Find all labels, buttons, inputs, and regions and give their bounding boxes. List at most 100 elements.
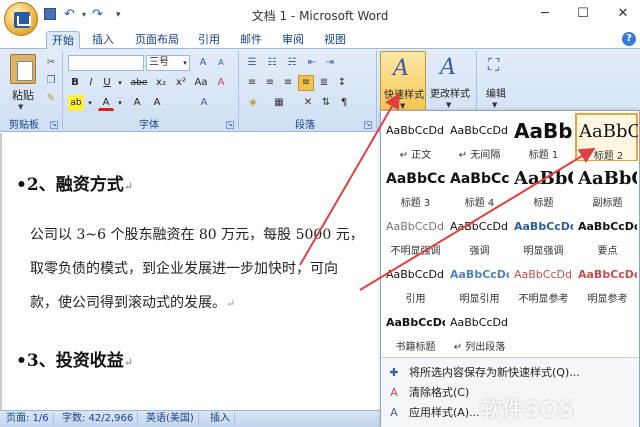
tab-page-layout[interactable]: 页面布局 (128, 31, 186, 49)
style-name: ↵ 正文 (399, 150, 432, 161)
sort-icon[interactable]: ⇅ (318, 95, 334, 111)
style-item[interactable]: AaBbCcDd 明显参考 (575, 257, 638, 306)
style-item[interactable]: AaBbCcDd 书籍标题 (383, 305, 446, 354)
editing-label: 编辑 (486, 89, 506, 100)
underline-dropdown-icon[interactable]: ▾ (116, 75, 124, 91)
decrease-indent-icon[interactable]: ⇤ (304, 55, 320, 71)
paste-button[interactable]: 粘贴 (8, 87, 38, 103)
chevron-down-icon: ▼ (492, 101, 498, 109)
chinese-layout-icon[interactable]: ✕ (300, 95, 316, 111)
style-item[interactable]: AaBbCcDd 不明显参考 (511, 257, 574, 306)
font-size-dropdown-icon[interactable]: ▾ (180, 55, 190, 71)
highlight-dropdown-icon[interactable]: ▾ (86, 95, 94, 111)
style-item[interactable]: AaBbC 标题 2 (575, 113, 638, 162)
char-shading-button[interactable]: A (128, 95, 146, 111)
tab-references[interactable]: 引用 (192, 31, 226, 49)
clipboard-group-label: 剪贴板 (9, 120, 39, 131)
underline-button[interactable]: U (100, 75, 114, 91)
style-item[interactable]: AaBbCcDd 明显强调 (511, 209, 574, 258)
bold-button[interactable]: B (68, 75, 82, 91)
change-styles-button[interactable]: A 更改样式 ▼ (428, 51, 472, 117)
cut-icon[interactable]: ✂ (44, 55, 58, 71)
bullets-icon[interactable]: ☰ (244, 55, 260, 71)
style-item[interactable]: AaBbCc 标题 3 (383, 161, 446, 210)
style-item[interactable]: AaBbCcDd ↵ 正文 (383, 113, 446, 162)
style-item[interactable]: AaBbCcDc 要点 (575, 209, 638, 258)
style-preview: AaBbCcDd (514, 268, 572, 281)
line-spacing-icon[interactable]: ↕ (334, 75, 350, 91)
font-launcher-icon[interactable]: ↘ (226, 121, 234, 129)
style-item[interactable]: AaBbC 标题 (511, 161, 574, 210)
distributed-icon[interactable]: ≣ (316, 75, 332, 91)
style-name: 书籍标题 (395, 342, 436, 353)
style-preview: AaBbCcDc (578, 220, 637, 233)
clear-formatting-icon: A (390, 386, 398, 399)
char-border-button[interactable]: A (148, 95, 166, 111)
page-edge (0, 133, 2, 410)
phonetic-guide-icon[interactable]: A (196, 95, 212, 111)
shading-icon[interactable]: ◈ (244, 95, 262, 111)
font-name-select[interactable] (68, 55, 144, 71)
clipboard-launcher-icon[interactable]: ↘ (50, 121, 58, 129)
style-item[interactable]: AaBbCc 标题 4 (447, 161, 510, 210)
close-button[interactable]: ✕ (608, 4, 638, 24)
style-item[interactable]: AaBbCcDd 强调 (447, 209, 510, 258)
style-item[interactable]: AaBbCcDd 引用 (383, 257, 446, 306)
align-right-icon[interactable]: ≡ (280, 75, 296, 91)
word-count[interactable]: 字数: 42/2,966 (58, 412, 139, 426)
tab-home[interactable]: 开始 (46, 31, 80, 50)
tab-review[interactable]: 审阅 (276, 31, 310, 49)
shrink-font-icon[interactable]: A (212, 55, 230, 71)
align-center-icon[interactable]: ≡ (262, 75, 278, 91)
style-item[interactable]: AaBbCcDd 不明显强调 (383, 209, 446, 258)
increase-indent-icon[interactable]: ⇥ (322, 55, 338, 71)
change-styles-label: 更改样式 (430, 89, 470, 100)
style-preview: AaBbCcDc (450, 268, 509, 281)
paragraph-launcher-icon[interactable]: ↘ (364, 121, 372, 129)
tab-mailings[interactable]: 邮件 (234, 31, 268, 49)
apply-styles-item[interactable]: 应用样式(A)... (409, 405, 480, 421)
word-logo-icon (14, 12, 31, 28)
language-indicator[interactable]: 英语(美国) (142, 412, 199, 426)
borders-icon[interactable]: ▦ (270, 95, 288, 111)
justify-icon[interactable]: ≡ (298, 75, 314, 91)
style-item[interactable]: AaBbCcDd ↵ 列出段落 (447, 305, 510, 354)
font-color-icon[interactable]: A (98, 95, 114, 111)
paste-dropdown-icon[interactable]: ▼ (18, 103, 23, 111)
superscript-button[interactable]: x² (172, 75, 190, 91)
subscript-button[interactable]: x₂ (152, 75, 170, 91)
show-marks-icon[interactable]: ¶ (336, 95, 352, 111)
tab-insert[interactable]: 插入 (86, 31, 120, 49)
tab-view[interactable]: 视图 (318, 31, 352, 49)
change-case-button[interactable]: Aa (192, 75, 210, 91)
style-item[interactable]: AaBbCcDd ↵ 无间隔 (447, 113, 510, 162)
editing-button[interactable]: ⛶ 编辑 ▼ (482, 51, 510, 117)
save-as-quick-style-item[interactable]: 将所选内容保存为新快速样式(Q)... (409, 365, 580, 381)
numbering-icon[interactable]: ☷ (264, 55, 280, 71)
insert-mode[interactable]: 插入 (206, 412, 235, 426)
copy-icon[interactable]: ❐ (44, 73, 58, 89)
style-item[interactable]: AaBbC 副标题 (575, 161, 638, 210)
page-indicator[interactable]: 页面: 1/6 (2, 412, 54, 426)
grow-font-icon[interactable]: A (194, 55, 212, 71)
format-painter-icon[interactable]: ✎ (44, 91, 58, 107)
paste-icon[interactable] (10, 54, 36, 84)
office-button[interactable] (4, 2, 38, 36)
style-item[interactable]: AaBb 标题 1 (511, 113, 574, 162)
style-item[interactable]: AaBbCcDc 明显引用 (447, 257, 510, 306)
help-icon[interactable]: ? (622, 32, 636, 46)
highlight-icon[interactable]: ab (68, 95, 84, 111)
clear-formatting-item[interactable]: 清除格式(C) (409, 385, 469, 401)
italic-button[interactable]: I (84, 75, 98, 91)
minimize-button[interactable]: ─ (530, 4, 560, 24)
maximize-button[interactable]: ☐ (568, 4, 598, 24)
clear-format-icon[interactable]: A (212, 75, 230, 91)
strikethrough-button[interactable]: abe (128, 75, 150, 91)
binoculars-icon: ⛶ (488, 55, 500, 74)
font-color-dropdown-icon[interactable]: ▾ (116, 95, 124, 111)
quick-styles-label: 快速样式 (384, 90, 424, 101)
quick-styles-button[interactable]: A 快速样式 ▼ (380, 51, 426, 117)
multilevel-list-icon[interactable]: ☵ (284, 55, 300, 71)
style-name: 引用 (405, 294, 426, 305)
align-left-icon[interactable]: ≡ (244, 75, 260, 91)
